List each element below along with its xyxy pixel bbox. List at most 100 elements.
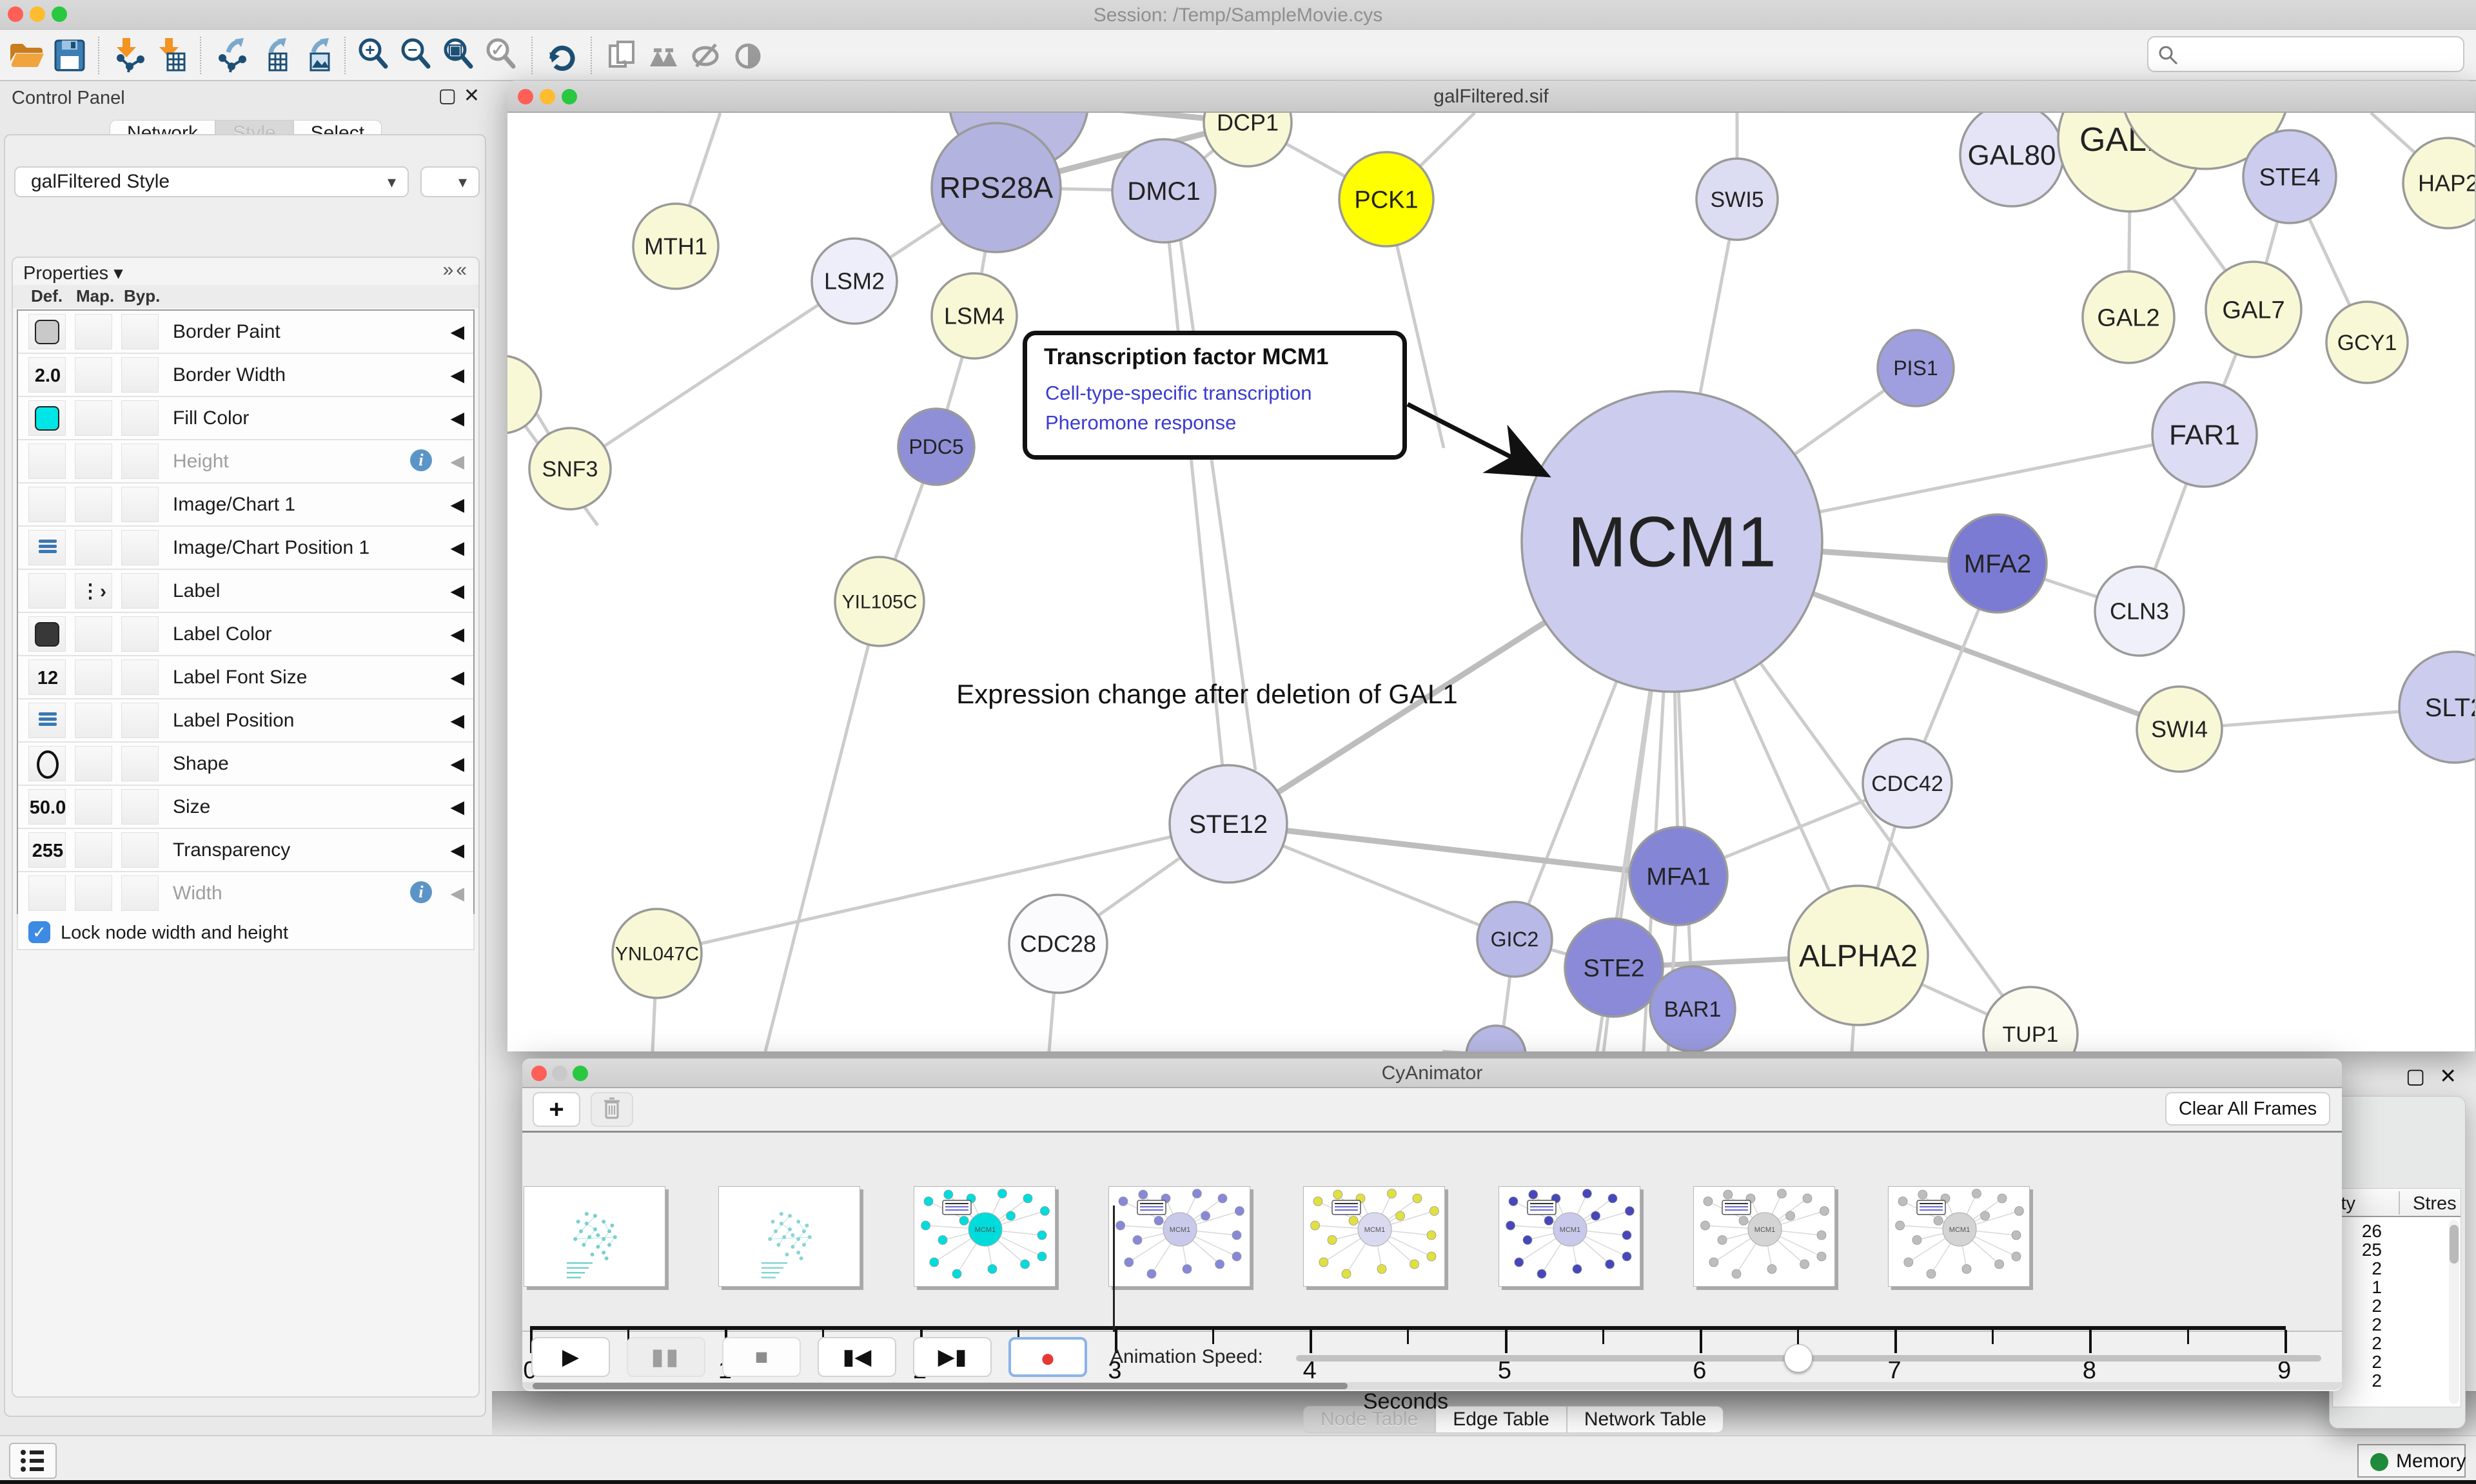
- annotation-box[interactable]: Transcription factor MCM1 Cell-type-spec…: [1023, 331, 1407, 460]
- frame-thumbnail-2[interactable]: MCM1: [914, 1186, 1056, 1287]
- timeline-scrollbar[interactable]: [522, 1382, 2342, 1390]
- annotation-link[interactable]: Pheromone response: [1045, 411, 1236, 434]
- bypass-cell[interactable]: [121, 530, 159, 565]
- frame-thumbnail-3[interactable]: MCM1: [1108, 1186, 1250, 1287]
- property-row-transparency[interactable]: 255 Transparency ◀: [18, 829, 473, 872]
- default-value-cell[interactable]: [28, 746, 66, 781]
- mapping-cell[interactable]: [75, 703, 112, 738]
- bypass-cell[interactable]: [121, 487, 159, 522]
- default-value-cell[interactable]: [28, 616, 66, 652]
- bypass-cell[interactable]: [121, 789, 159, 825]
- default-value-cell[interactable]: [28, 444, 66, 479]
- frame-thumbnail-4[interactable]: MCM1: [1303, 1186, 1445, 1287]
- zoom-in-icon[interactable]: +: [353, 34, 396, 77]
- memory-button[interactable]: Memory: [2357, 1444, 2466, 1478]
- property-row-height[interactable]: Height i ◀: [18, 440, 473, 483]
- play-button[interactable]: ▶: [531, 1337, 610, 1377]
- import-network-icon[interactable]: [107, 34, 150, 77]
- export-image-icon[interactable]: [294, 34, 337, 77]
- task-history-button[interactable]: [9, 1443, 57, 1479]
- expand-arrow-icon[interactable]: ◀: [450, 796, 464, 817]
- clear-all-frames-button[interactable]: Clear All Frames: [2165, 1092, 2330, 1126]
- playhead[interactable]: [1113, 1206, 1115, 1332]
- pause-button[interactable]: ▮▮: [627, 1337, 705, 1377]
- style-options-button[interactable]: ▾: [420, 166, 480, 197]
- refresh-icon[interactable]: [540, 34, 583, 77]
- property-row-label-color[interactable]: Label Color ◀: [18, 613, 473, 656]
- property-row-label-font-size[interactable]: 12 Label Font Size ◀: [18, 656, 473, 699]
- frame-thumbnail-0[interactable]: [524, 1186, 665, 1287]
- mapping-cell[interactable]: [75, 789, 112, 825]
- lock-size-checkbox[interactable]: ✓: [28, 921, 50, 943]
- expand-arrow-icon[interactable]: ◀: [450, 883, 464, 904]
- search-input[interactable]: [2187, 40, 2451, 68]
- property-row-label[interactable]: ⋮› Label ◀: [18, 570, 473, 613]
- skip-end-button[interactable]: ▶▮: [913, 1337, 992, 1377]
- close-panel-icon[interactable]: ✕: [2439, 1064, 2471, 1088]
- property-row-image-chart-1[interactable]: Image/Chart 1 ◀: [18, 483, 473, 527]
- cyanimator-titlebar[interactable]: CyAnimator: [522, 1059, 2342, 1088]
- default-value-cell[interactable]: 50.0: [28, 789, 66, 825]
- bypass-cell[interactable]: [121, 444, 159, 479]
- delete-frame-button[interactable]: [591, 1092, 633, 1127]
- property-row-shape[interactable]: Shape ◀: [18, 743, 473, 786]
- mapping-cell[interactable]: [75, 487, 112, 522]
- expand-arrow-icon[interactable]: ◀: [450, 580, 464, 601]
- zoom-out-icon[interactable]: −: [396, 34, 438, 77]
- expand-arrow-icon[interactable]: ◀: [450, 321, 464, 342]
- mapping-cell[interactable]: ⋮›: [75, 573, 112, 609]
- frame-thumbnail-6[interactable]: MCM1: [1693, 1186, 1835, 1287]
- default-value-cell[interactable]: 2.0: [28, 357, 66, 393]
- default-value-cell[interactable]: [28, 573, 66, 609]
- mapping-cell[interactable]: [75, 444, 112, 479]
- mapping-cell[interactable]: [75, 530, 112, 565]
- show-graphics-icon[interactable]: [727, 34, 770, 77]
- expand-arrow-icon[interactable]: ◀: [450, 364, 464, 386]
- property-row-size[interactable]: 50.0 Size ◀: [18, 786, 473, 829]
- mapping-cell[interactable]: [75, 832, 112, 868]
- bypass-cell[interactable]: [121, 573, 159, 609]
- zoom-fit-icon[interactable]: ▣: [438, 34, 481, 77]
- mapping-cell[interactable]: [75, 659, 112, 695]
- style-selector[interactable]: galFiltered Style ▾: [14, 166, 409, 197]
- bypass-cell[interactable]: [121, 400, 159, 436]
- first-neighbors-icon[interactable]: [642, 34, 685, 77]
- expand-arrow-icon[interactable]: ◀: [450, 451, 464, 472]
- info-icon[interactable]: i: [410, 449, 432, 471]
- expand-collapse-icons[interactable]: »«: [443, 259, 469, 281]
- record-button[interactable]: ●: [1008, 1337, 1087, 1377]
- tab-network-table[interactable]: Network Table: [1567, 1406, 1724, 1433]
- expand-arrow-icon[interactable]: ◀: [450, 407, 464, 429]
- stop-button[interactable]: ■: [722, 1337, 801, 1377]
- skip-start-button[interactable]: ▮◀: [818, 1337, 896, 1377]
- default-value-cell[interactable]: 255: [28, 832, 66, 868]
- expand-arrow-icon[interactable]: ◀: [450, 839, 464, 861]
- property-row-label-position[interactable]: Label Position ◀: [18, 699, 473, 743]
- mapping-cell[interactable]: [75, 357, 112, 393]
- properties-title[interactable]: Properties ▾: [23, 262, 123, 284]
- hide-graphics-icon[interactable]: [685, 34, 727, 77]
- frame-thumbnail-1[interactable]: [718, 1186, 860, 1287]
- mapping-cell[interactable]: [75, 314, 112, 349]
- node-table[interactable]: ity Stres 26252122222: [2332, 1188, 2461, 1407]
- export-network-icon[interactable]: [209, 34, 251, 77]
- bypass-cell[interactable]: [121, 659, 159, 695]
- default-value-cell[interactable]: [28, 703, 66, 738]
- mapping-cell[interactable]: [75, 400, 112, 436]
- zoom-selected-icon[interactable]: ✓: [481, 34, 524, 77]
- info-icon[interactable]: i: [410, 881, 432, 903]
- network-window-titlebar[interactable]: galFiltered.sif: [507, 81, 2475, 113]
- property-row-fill-color[interactable]: Fill Color ◀: [18, 397, 473, 440]
- bypass-cell[interactable]: [121, 703, 159, 738]
- bypass-cell[interactable]: [121, 616, 159, 652]
- table-header[interactable]: ity Stres: [2333, 1189, 2461, 1217]
- bypass-cell[interactable]: [121, 832, 159, 868]
- default-value-cell[interactable]: [28, 487, 66, 522]
- mapping-cell[interactable]: [75, 616, 112, 652]
- default-value-cell[interactable]: [28, 314, 66, 349]
- save-session-icon[interactable]: [48, 34, 90, 77]
- property-row-image-chart-position-1[interactable]: Image/Chart Position 1 ◀: [18, 527, 473, 570]
- table-scrollbar[interactable]: [2449, 1220, 2459, 1404]
- property-row-border-paint[interactable]: Border Paint ◀: [18, 311, 473, 354]
- bypass-cell[interactable]: [121, 746, 159, 781]
